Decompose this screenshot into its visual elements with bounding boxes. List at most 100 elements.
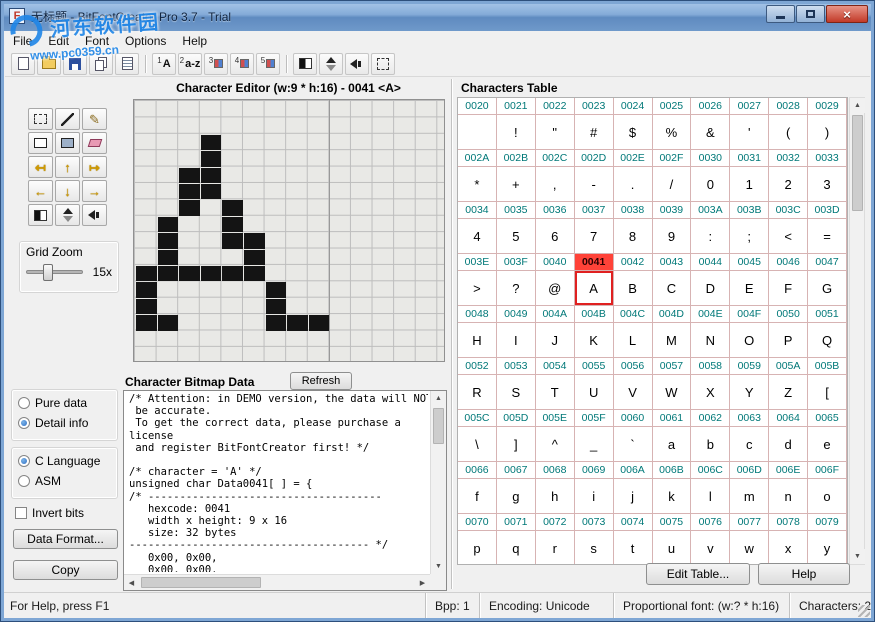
char-cell-0038[interactable]: 8 <box>614 219 653 254</box>
detail-info-radio[interactable] <box>18 417 30 429</box>
char-cell-004E[interactable]: N <box>691 323 730 358</box>
scroll-up-button[interactable]: ▲ <box>431 391 446 406</box>
code-cell-0042[interactable]: 0042 <box>614 254 653 271</box>
invert-bits-option[interactable]: Invert bits <box>15 506 84 520</box>
char-cell-006C[interactable]: l <box>691 479 730 514</box>
char-cell-0060[interactable]: ` <box>614 427 653 462</box>
code-cell-004B[interactable]: 004B <box>575 306 614 323</box>
glyph-pixel[interactable] <box>158 233 179 248</box>
char-cell-0033[interactable]: 3 <box>808 167 847 202</box>
invert-colors-button[interactable] <box>293 53 317 75</box>
code-cell-0054[interactable]: 0054 <box>536 358 575 375</box>
char-cell-0034[interactable]: 4 <box>458 219 497 254</box>
glyph-pixel[interactable] <box>244 233 265 248</box>
char-cell-006F[interactable]: o <box>808 479 847 514</box>
code-cell-005E[interactable]: 005E <box>536 410 575 427</box>
scroll-thumb[interactable] <box>141 577 261 588</box>
code-cell-003D[interactable]: 003D <box>808 202 847 219</box>
char-cell-005F[interactable]: _ <box>575 427 614 462</box>
code-cell-005B[interactable]: 005B <box>808 358 847 375</box>
glyph-pixel[interactable] <box>244 250 265 265</box>
code-cell-002F[interactable]: 002F <box>653 150 692 167</box>
pencil-tool-button[interactable]: ✎ <box>82 108 107 130</box>
glyph-pixel[interactable] <box>201 168 222 183</box>
code-cell-0079[interactable]: 0079 <box>808 514 847 531</box>
char-cell-002E[interactable]: . <box>614 167 653 202</box>
char-cell-004A[interactable]: J <box>536 323 575 358</box>
char-cell-0023[interactable]: # <box>575 115 614 150</box>
code-cell-004D[interactable]: 004D <box>653 306 692 323</box>
char-cell-0030[interactable]: 0 <box>691 167 730 202</box>
char-cell-0055[interactable]: U <box>575 375 614 410</box>
code-cell-0020[interactable]: 0020 <box>458 98 497 115</box>
code-cell-0076[interactable]: 0076 <box>691 514 730 531</box>
char-cell-0063[interactable]: c <box>730 427 769 462</box>
glyph-pixel[interactable] <box>266 315 287 330</box>
code-cell-0077[interactable]: 0077 <box>730 514 769 531</box>
scroll-right-button[interactable]: ▶ <box>415 575 430 590</box>
maximize-button[interactable] <box>796 5 825 23</box>
shift-up-tool-button[interactable]: ↑ <box>55 156 80 178</box>
glyph-pixel[interactable] <box>222 266 243 281</box>
code-cell-0034[interactable]: 0034 <box>458 202 497 219</box>
code-vertical-scrollbar[interactable]: ▲ ▼ <box>430 391 446 574</box>
code-cell-0028[interactable]: 0028 <box>769 98 808 115</box>
mirror-tool-button[interactable] <box>82 204 107 226</box>
char-cell-006B[interactable]: k <box>653 479 692 514</box>
copy-data-button[interactable]: Copy <box>13 560 118 580</box>
glyph-pixel[interactable] <box>136 266 157 281</box>
code-cell-0061[interactable]: 0061 <box>653 410 692 427</box>
code-cell-0052[interactable]: 0052 <box>458 358 497 375</box>
char-cell-005D[interactable]: ] <box>497 427 536 462</box>
char-cell-003F[interactable]: ? <box>497 271 536 306</box>
char-cell-0044[interactable]: D <box>691 271 730 306</box>
code-cell-0023[interactable]: 0023 <box>575 98 614 115</box>
glyph-pixel[interactable] <box>222 233 243 248</box>
code-cell-0070[interactable]: 0070 <box>458 514 497 531</box>
code-cell-0069[interactable]: 0069 <box>575 462 614 479</box>
glyph-pixel[interactable] <box>201 151 222 166</box>
code-cell-0057[interactable]: 0057 <box>653 358 692 375</box>
code-cell-006C[interactable]: 006C <box>691 462 730 479</box>
char-cell-002F[interactable]: / <box>653 167 692 202</box>
glyph-pixel[interactable] <box>179 266 200 281</box>
shift-right-tool-button[interactable]: ↦ <box>82 156 107 178</box>
code-cell-0062[interactable]: 0062 <box>691 410 730 427</box>
glyph-pixel[interactable] <box>201 135 222 150</box>
code-cell-0048[interactable]: 0048 <box>458 306 497 323</box>
char-cell-006A[interactable]: j <box>614 479 653 514</box>
char-cell-0035[interactable]: 5 <box>497 219 536 254</box>
char-cell-0079[interactable]: y <box>808 531 847 565</box>
char-cell-006E[interactable]: n <box>769 479 808 514</box>
char-cell-0020[interactable] <box>458 115 497 150</box>
char-cell-0052[interactable]: R <box>458 375 497 410</box>
code-cell-0035[interactable]: 0035 <box>497 202 536 219</box>
code-cell-0031[interactable]: 0031 <box>730 150 769 167</box>
char-cell-0077[interactable]: w <box>730 531 769 565</box>
code-cell-0064[interactable]: 0064 <box>769 410 808 427</box>
code-cell-0029[interactable]: 0029 <box>808 98 847 115</box>
glyph-pixel[interactable] <box>136 299 157 314</box>
grid-zoom-slider-thumb[interactable] <box>43 264 53 281</box>
char-cell-005B[interactable]: [ <box>808 375 847 410</box>
code-cell-0065[interactable]: 0065 <box>808 410 847 427</box>
char-cell-0064[interactable]: d <box>769 427 808 462</box>
code-cell-0027[interactable]: 0027 <box>730 98 769 115</box>
help-button[interactable]: Help <box>758 563 850 585</box>
char-cell-0058[interactable]: X <box>691 375 730 410</box>
char-cell-0075[interactable]: u <box>653 531 692 565</box>
char-cell-0065[interactable]: e <box>808 427 847 462</box>
code-cell-0039[interactable]: 0039 <box>653 202 692 219</box>
char-cell-0041[interactable]: A <box>575 271 614 306</box>
char-cell-0050[interactable]: P <box>769 323 808 358</box>
char-cell-004B[interactable]: K <box>575 323 614 358</box>
code-cell-005D[interactable]: 005D <box>497 410 536 427</box>
shift-left-tool-button[interactable]: ↤ <box>28 156 53 178</box>
char-cell-0042[interactable]: B <box>614 271 653 306</box>
code-cell-002C[interactable]: 002C <box>536 150 575 167</box>
code-cell-0037[interactable]: 0037 <box>575 202 614 219</box>
char-cell-0074[interactable]: t <box>614 531 653 565</box>
char-cell-002B[interactable]: + <box>497 167 536 202</box>
char-cell-0028[interactable]: ( <box>769 115 808 150</box>
font-properties-button[interactable]: 1A <box>152 53 176 75</box>
